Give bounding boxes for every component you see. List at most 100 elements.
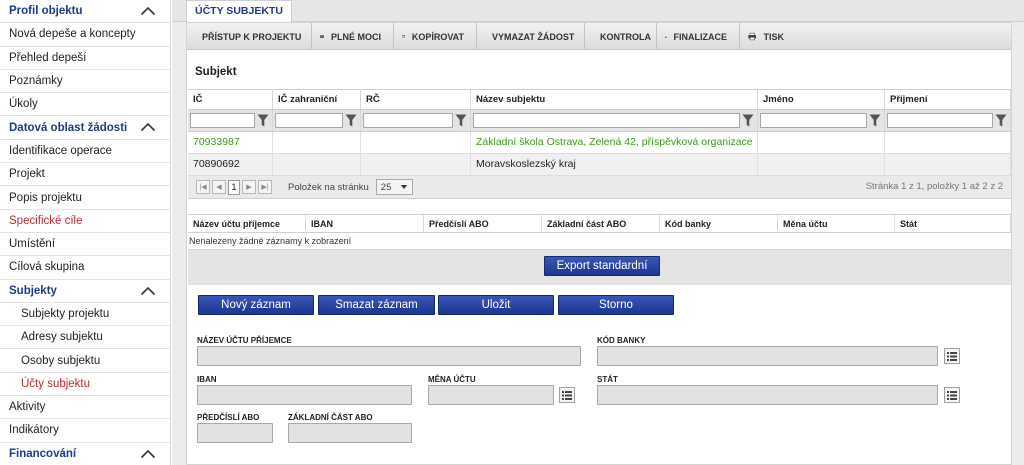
sidebar-item-label: Profil objektu bbox=[9, 5, 83, 18]
copy-button[interactable]: KOPÍROVAT bbox=[394, 23, 477, 50]
column-header-stat[interactable]: Stát bbox=[895, 215, 1011, 232]
sidebar-item-projekt[interactable]: Projekt bbox=[0, 163, 170, 187]
finalize-button[interactable]: FINALIZACE bbox=[657, 23, 740, 50]
column-header-kod-banky[interactable]: Kód banky bbox=[660, 215, 778, 232]
page-number-input[interactable]: 1 bbox=[228, 179, 240, 195]
last-page-button[interactable]: ▶| bbox=[258, 180, 272, 194]
sidebar-item-osoby-subjektu[interactable]: Osoby subjektu bbox=[0, 349, 170, 373]
per-page-select[interactable]: 25 bbox=[375, 179, 413, 195]
filter-input-ic[interactable] bbox=[190, 113, 255, 128]
sidebar-item-label: Identifikace operace bbox=[9, 144, 112, 157]
filter-input-prijmeni[interactable] bbox=[887, 113, 993, 128]
base-abo-input[interactable] bbox=[288, 423, 412, 443]
filter-cell bbox=[885, 110, 1011, 131]
column-header-prijmeni[interactable]: Příjmení bbox=[885, 90, 1011, 109]
table-cell bbox=[361, 132, 471, 153]
column-header-ic-zahranicni[interactable]: IČ zahraniční bbox=[273, 90, 361, 109]
new-record-button[interactable]: Nový záznam bbox=[198, 295, 314, 315]
column-header-nazev-uctu-prijemce[interactable]: Název účtu příjemce bbox=[188, 215, 306, 232]
print-button[interactable]: TISK bbox=[740, 23, 796, 50]
table-row[interactable]: 70933987 Základní škola Ostrava, Zelená 4… bbox=[188, 132, 1011, 154]
export-standard-button[interactable]: Export standardní bbox=[544, 256, 660, 276]
sidebar-item-subjekty-projektu[interactable]: Subjekty projektu bbox=[0, 303, 170, 327]
sidebar-item-poznamky[interactable]: Poznámky bbox=[0, 70, 170, 94]
sidebar-item-indikatory[interactable]: Indikátory bbox=[0, 419, 170, 443]
filter-input-nazev-subjektu[interactable] bbox=[473, 113, 740, 128]
sidebar-section-subjekty[interactable]: Subjekty bbox=[0, 280, 170, 303]
sidebar-item-label: Subjekty projektu bbox=[21, 308, 110, 320]
filter-input-ic-zahranicni[interactable] bbox=[275, 113, 343, 128]
bank-code-label: KÓD BANKY bbox=[597, 336, 646, 345]
currency-picker[interactable] bbox=[559, 387, 575, 403]
filter-icon[interactable] bbox=[869, 114, 881, 127]
sidebar-section-financovani[interactable]: Financování bbox=[0, 443, 170, 465]
sidebar-item-identifikace-operace[interactable]: Identifikace operace bbox=[0, 140, 170, 164]
filter-icon[interactable] bbox=[455, 114, 467, 127]
sidebar-item-aktivity[interactable]: Aktivity bbox=[0, 396, 170, 420]
prev-page-button[interactable]: ◀ bbox=[212, 180, 226, 194]
delete-request-button[interactable]: VYMAZAT ŽÁDOST bbox=[477, 23, 585, 50]
column-header-mena-uctu[interactable]: Měna účtu bbox=[778, 215, 895, 232]
table-cell bbox=[361, 154, 471, 175]
column-header-zakladni-cast-abo[interactable]: Základní část ABO bbox=[542, 215, 660, 232]
subject-grid: IČ IČ zahraniční RČ Název subjektu Jméno Příj… bbox=[188, 89, 1011, 176]
bank-code-input[interactable] bbox=[597, 346, 938, 366]
currency-input[interactable] bbox=[428, 385, 554, 405]
sidebar-item-prehled-depesi[interactable]: Přehled depeší bbox=[0, 47, 170, 70]
filter-cell bbox=[273, 110, 361, 131]
chevron-up-icon[interactable] bbox=[140, 120, 156, 134]
sidebar-item-cilova-skupina[interactable]: Cílová skupina bbox=[0, 256, 170, 280]
sidebar-section-datova-oblast-zadosti[interactable]: Datová oblast žádosti bbox=[0, 116, 170, 140]
sidebar-item-label: Popis projektu bbox=[9, 191, 82, 204]
column-header-nazev-subjektu[interactable]: Název subjektu bbox=[471, 90, 758, 109]
pager: |◀ ◀ 1 ▶ ▶| Položek na stránku 25 Stránk… bbox=[188, 176, 1011, 199]
base-abo-label: ZÁKLADNÍ ČÁST ABO bbox=[288, 413, 373, 422]
prefix-abo-input[interactable] bbox=[197, 423, 273, 443]
powers-button[interactable]: PLNÉ MOCI bbox=[312, 23, 394, 50]
chevron-up-icon[interactable] bbox=[140, 284, 156, 298]
tab-ucty-subjektu[interactable]: ÚČTY SUBJEKTU bbox=[186, 0, 292, 22]
column-header-ic[interactable]: IČ bbox=[188, 90, 273, 109]
sidebar-item-ucty-subjektu[interactable]: Účty subjektu bbox=[0, 373, 170, 397]
bank-code-picker[interactable] bbox=[944, 348, 960, 364]
filter-icon[interactable] bbox=[257, 114, 269, 127]
filter-cell bbox=[758, 110, 885, 131]
sidebar-item-umisteni[interactable]: Umístění bbox=[0, 233, 170, 257]
sidebar-item-popis-projektu[interactable]: Popis projektu bbox=[0, 186, 170, 210]
sidebar-item-nova-depese-a-koncepty[interactable]: Nová depeše a koncepty bbox=[0, 23, 170, 47]
column-header-predcisli-abo[interactable]: Předčíslí ABO bbox=[424, 215, 542, 232]
access-project-button[interactable]: PŘÍSTUP K PROJEKTU bbox=[187, 23, 312, 50]
filter-cell bbox=[361, 110, 471, 131]
chevron-up-icon[interactable] bbox=[140, 447, 156, 461]
cancel-button[interactable]: Storno bbox=[558, 295, 674, 315]
sidebar-item-adresy-subjektu[interactable]: Adresy subjektu bbox=[0, 326, 170, 350]
next-page-button[interactable]: ▶ bbox=[242, 180, 256, 194]
filter-input-rc[interactable] bbox=[363, 113, 453, 128]
check-label: KONTROLA bbox=[600, 31, 651, 42]
sidebar-item-label: Umístění bbox=[9, 238, 56, 251]
chevron-up-icon[interactable] bbox=[140, 4, 156, 18]
delete-record-button[interactable]: Smazat záznam bbox=[318, 295, 435, 315]
state-input[interactable] bbox=[597, 385, 938, 405]
check-button[interactable]: KONTROLA bbox=[585, 23, 657, 50]
sidebar-item-specificke-cile[interactable]: Specifické cíle bbox=[0, 210, 170, 233]
filter-input-jmeno[interactable] bbox=[760, 113, 867, 128]
save-button[interactable]: Uložit bbox=[438, 295, 554, 315]
column-header-jmeno[interactable]: Jméno bbox=[758, 90, 885, 109]
finalize-label: FINALIZACE bbox=[673, 31, 728, 42]
table-row[interactable]: 70890692 Moravskoslezský kraj bbox=[188, 154, 1011, 176]
sidebar-item-ukoly[interactable]: Úkoly bbox=[0, 93, 170, 117]
iban-input[interactable] bbox=[197, 385, 412, 405]
first-page-button[interactable]: |◀ bbox=[196, 180, 210, 194]
column-header-iban[interactable]: IBAN bbox=[306, 215, 424, 232]
filter-icon[interactable] bbox=[345, 114, 357, 127]
state-picker[interactable] bbox=[944, 387, 960, 403]
sidebar-item-label: Poznámky bbox=[9, 75, 63, 88]
table-cell: Základní škola Ostrava, Zelená 42, přísp… bbox=[471, 132, 758, 153]
column-header-rc[interactable]: RČ bbox=[361, 90, 471, 109]
account-name-input[interactable] bbox=[197, 346, 581, 366]
filter-icon[interactable] bbox=[742, 114, 754, 127]
sidebar-item-label: Úkoly bbox=[9, 98, 38, 111]
filter-icon[interactable] bbox=[995, 114, 1007, 127]
sidebar-section-profil-objektu[interactable]: Profil objektu bbox=[0, 0, 170, 24]
